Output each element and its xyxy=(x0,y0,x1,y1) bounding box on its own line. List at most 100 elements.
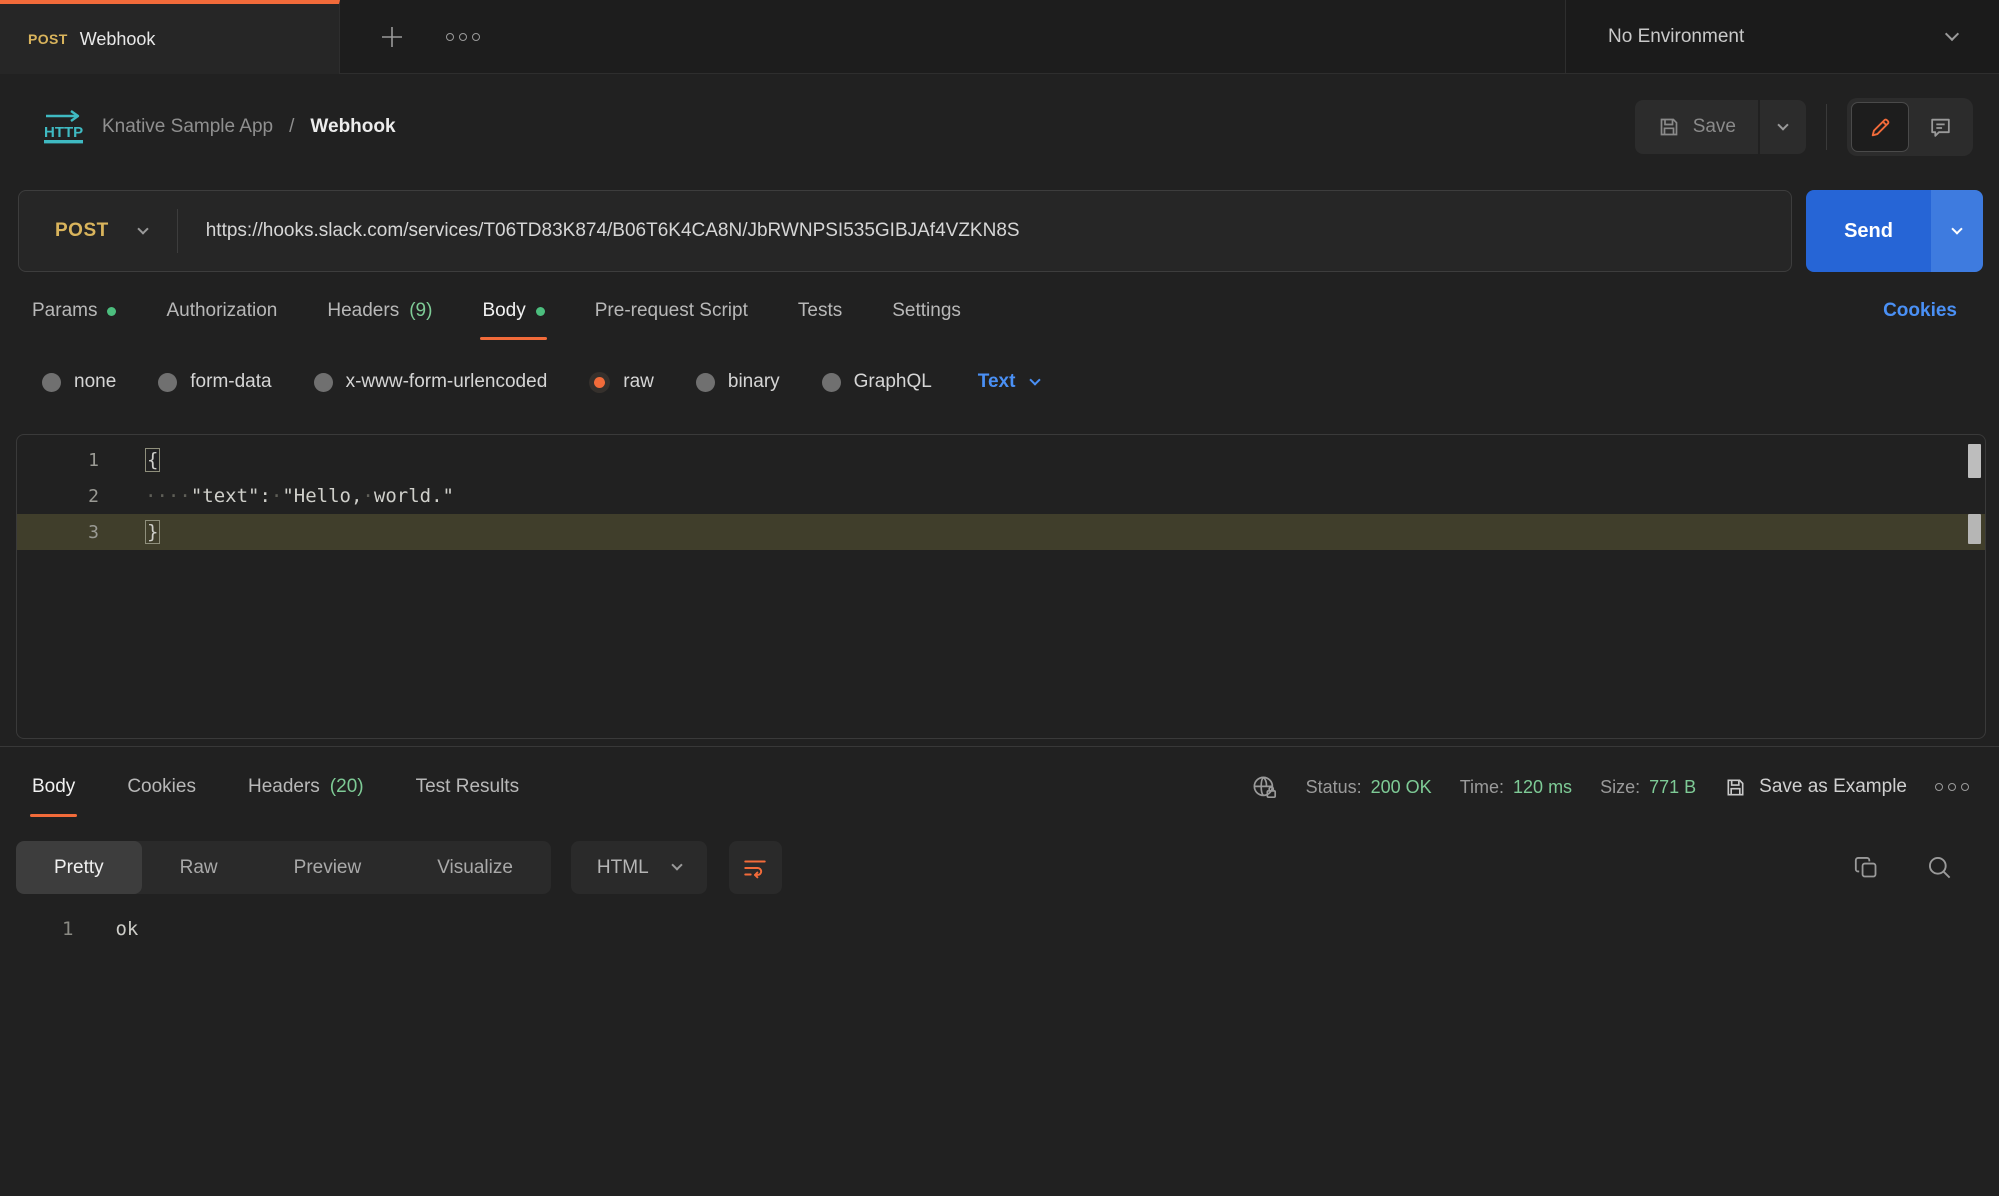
breadcrumb-collection[interactable]: Knative Sample App xyxy=(102,116,273,138)
body-type-graphql[interactable]: GraphQL xyxy=(822,371,932,393)
radio-icon xyxy=(822,373,841,392)
divider xyxy=(1826,104,1827,150)
url-bar-row: POST Send xyxy=(18,190,1983,272)
tab-headers[interactable]: Headers (9) xyxy=(325,272,434,350)
save-button-group: Save xyxy=(1635,100,1806,154)
tab-body[interactable]: Body xyxy=(480,272,546,350)
tab-label: Test Results xyxy=(416,776,519,798)
plus-icon xyxy=(380,25,404,49)
save-as-example-button[interactable]: Save as Example xyxy=(1724,776,1907,799)
radio-icon xyxy=(314,373,333,392)
line-number[interactable]: 1 xyxy=(17,450,99,471)
save-options-button[interactable] xyxy=(1760,100,1806,154)
chevron-down-icon xyxy=(1030,374,1041,385)
chevron-down-icon xyxy=(1777,119,1788,130)
tab-pre-request-script[interactable]: Pre-request Script xyxy=(593,272,750,350)
raw-language-selector[interactable]: Text xyxy=(978,371,1040,393)
status-indicator: Status: 200 OK xyxy=(1306,777,1432,798)
size-value: 771 B xyxy=(1649,777,1696,798)
environment-label: No Environment xyxy=(1608,26,1744,48)
new-tab-button[interactable] xyxy=(380,25,404,49)
body-type-raw[interactable]: raw xyxy=(589,371,654,393)
send-button[interactable]: Send xyxy=(1806,190,1931,272)
body-type-row: none form-data x-www-form-urlencoded raw… xyxy=(0,350,1999,414)
comments-button[interactable] xyxy=(1911,102,1969,152)
time-label: Time: xyxy=(1460,777,1504,798)
wrap-lines-button[interactable] xyxy=(729,841,782,894)
save-button-label: Save xyxy=(1693,116,1736,138)
response-tab-headers[interactable]: Headers (20) xyxy=(246,747,366,827)
body-type-form-data[interactable]: form-data xyxy=(158,371,271,393)
breadcrumb-request-name[interactable]: Webhook xyxy=(310,116,395,138)
editor-scrollbar-thumb[interactable] xyxy=(1968,444,1981,478)
view-preview[interactable]: Preview xyxy=(256,841,400,894)
response-header: Body Cookies Headers (20) Test Results S… xyxy=(0,747,1999,827)
environment-selector[interactable]: No Environment xyxy=(1565,0,1999,74)
send-options-button[interactable] xyxy=(1931,190,1983,272)
tab-label: Pre-request Script xyxy=(595,300,748,322)
tab-bar: POST Webhook No Environment xyxy=(0,0,1999,74)
response-text: ok xyxy=(115,918,138,940)
tab-label: Settings xyxy=(892,300,961,322)
network-info-icon[interactable] xyxy=(1251,774,1278,801)
breadcrumb-row: HTTP Knative Sample App / Webhook Save xyxy=(0,74,1999,180)
radio-icon xyxy=(696,373,715,392)
send-button-group: Send xyxy=(1806,190,1983,272)
request-tab[interactable]: POST Webhook xyxy=(0,0,340,74)
view-raw[interactable]: Raw xyxy=(142,841,256,894)
params-active-dot xyxy=(107,307,116,316)
breadcrumb-separator: / xyxy=(289,116,294,138)
url-bar: POST xyxy=(18,190,1792,272)
size-indicator: Size: 771 B xyxy=(1600,777,1696,798)
view-pretty[interactable]: Pretty xyxy=(16,841,142,894)
tab-tests[interactable]: Tests xyxy=(796,272,844,350)
tab-authorization[interactable]: Authorization xyxy=(164,272,279,350)
request-body-editor[interactable]: 1 { 2 ····"text":·"Hello,·world." 3 } xyxy=(16,434,1986,739)
status-label: Status: xyxy=(1306,777,1362,798)
line-number[interactable]: 3 xyxy=(17,522,99,543)
edit-mode-toggle xyxy=(1847,98,1973,156)
body-type-label: none xyxy=(74,371,116,393)
tab-settings[interactable]: Settings xyxy=(890,272,963,350)
comment-icon xyxy=(1928,115,1953,140)
body-type-binary[interactable]: binary xyxy=(696,371,780,393)
response-options-button[interactable] xyxy=(1935,783,1969,791)
search-response-button[interactable] xyxy=(1926,854,1953,881)
raw-language-label: Text xyxy=(978,371,1016,393)
editor-line-active[interactable]: 3 } xyxy=(17,514,1985,550)
pencil-icon xyxy=(1868,115,1893,140)
response-tab-test-results[interactable]: Test Results xyxy=(414,747,521,827)
request-tabs: Params Authorization Headers (9) Body Pr… xyxy=(0,272,1999,350)
save-floppy-icon xyxy=(1724,776,1747,799)
response-tab-body[interactable]: Body xyxy=(30,747,77,827)
view-visualize[interactable]: Visualize xyxy=(399,841,551,894)
code-text: ····"text":·"Hello,·world." xyxy=(99,485,454,507)
url-input[interactable] xyxy=(178,220,1791,242)
tab-label: Params xyxy=(32,300,97,322)
copy-response-button[interactable] xyxy=(1853,854,1880,881)
cookies-link[interactable]: Cookies xyxy=(1883,300,1957,322)
body-type-none[interactable]: none xyxy=(42,371,116,393)
tab-params[interactable]: Params xyxy=(30,272,118,350)
radio-selected-icon xyxy=(589,372,610,393)
edit-mode-button[interactable] xyxy=(1851,102,1909,152)
editor-line[interactable]: 2 ····"text":·"Hello,·world." xyxy=(17,478,1985,514)
editor-scrollbar-mark[interactable] xyxy=(1968,514,1981,544)
method-selector[interactable]: POST xyxy=(19,191,177,271)
response-body[interactable]: 1 ok xyxy=(0,918,1999,940)
line-number[interactable]: 2 xyxy=(17,486,99,507)
time-indicator: Time: 120 ms xyxy=(1460,777,1572,798)
response-language-label: HTML xyxy=(597,857,649,879)
response-toolbar: Pretty Raw Preview Visualize HTML xyxy=(0,841,1999,894)
tab-options-button[interactable] xyxy=(446,33,480,41)
response-tab-cookies[interactable]: Cookies xyxy=(125,747,198,827)
chevron-down-icon xyxy=(671,859,682,870)
editor-line[interactable]: 1 { xyxy=(17,442,1985,478)
bracket-highlight: { xyxy=(145,448,160,472)
headers-count: (9) xyxy=(409,300,432,322)
save-button[interactable]: Save xyxy=(1635,100,1758,154)
body-type-urlencoded[interactable]: x-www-form-urlencoded xyxy=(314,371,548,393)
tab-label: Headers xyxy=(327,300,399,322)
code-text: } xyxy=(99,521,160,543)
response-language-selector[interactable]: HTML xyxy=(571,841,707,894)
